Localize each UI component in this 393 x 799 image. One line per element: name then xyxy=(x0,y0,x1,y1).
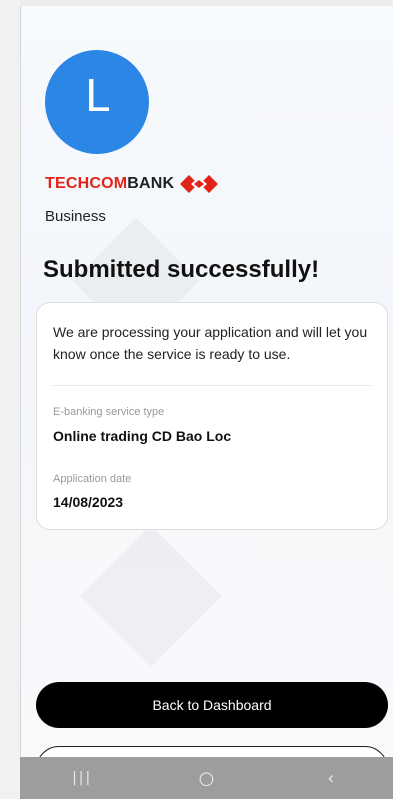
divider xyxy=(53,385,371,386)
brand-logo-row: TECHCOMBANK xyxy=(45,174,219,194)
brand-name-part2: BANK xyxy=(127,175,175,192)
avatar: L xyxy=(45,50,149,154)
brand-name: TECHCOMBANK xyxy=(45,175,174,193)
back-icon[interactable]: ‹ xyxy=(301,768,361,789)
background-pattern xyxy=(80,525,221,666)
left-border xyxy=(0,0,20,799)
brand-name-part1: TECHCOM xyxy=(45,175,128,192)
recent-apps-icon[interactable]: ||| xyxy=(52,770,112,786)
service-type-label: E-banking service type xyxy=(53,406,165,418)
page-title: Submitted successfully! xyxy=(43,256,320,283)
application-date-label: Application date xyxy=(53,473,132,485)
secondary-button[interactable] xyxy=(36,746,388,757)
techcombank-diamond-icon xyxy=(180,175,219,193)
brand-subtitle: Business xyxy=(45,208,106,225)
processing-message: We are processing your application and w… xyxy=(53,324,368,362)
application-date-value: 14/08/2023 xyxy=(53,494,124,510)
app-screen: L TECHCOMBANK Business Submitted success… xyxy=(20,6,393,757)
service-type-value: Online trading CD Bao Loc xyxy=(53,428,232,444)
avatar-initial: L xyxy=(84,70,110,122)
device-frame: L TECHCOMBANK Business Submitted success… xyxy=(0,0,393,799)
application-summary-card: We are processing your application and w… xyxy=(36,302,388,530)
system-navigation-bar: ||| ○ ‹ xyxy=(20,757,393,799)
back-to-dashboard-button[interactable]: Back to Dashboard xyxy=(36,682,388,728)
home-icon[interactable]: ○ xyxy=(176,768,236,789)
